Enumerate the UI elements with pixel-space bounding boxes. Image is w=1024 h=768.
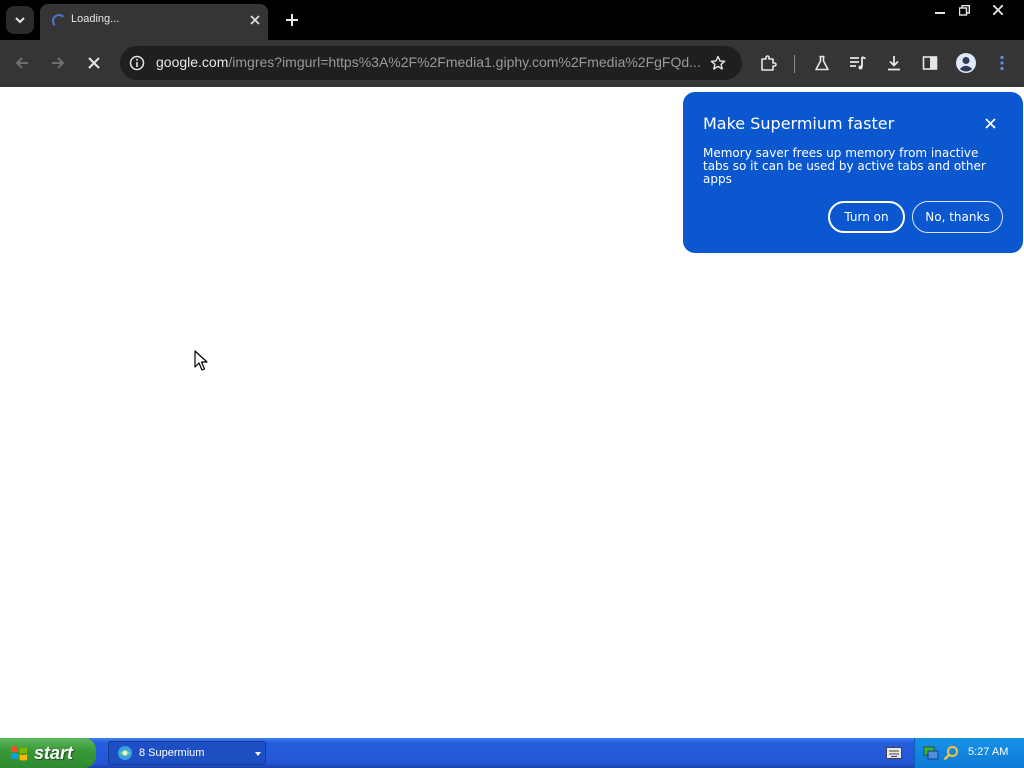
media-control-icon <box>850 56 866 70</box>
bubble-close-button[interactable] <box>981 114 999 132</box>
keyboard-icon[interactable] <box>886 747 902 759</box>
stop-button[interactable] <box>81 50 107 76</box>
taskbar: start 8 Supermium 5:27 AM <box>0 738 1024 768</box>
media-control-button[interactable] <box>845 50 871 76</box>
bubble-body: Memory saver frees up memory from inacti… <box>703 147 986 186</box>
bookmark-button[interactable] <box>708 53 728 73</box>
windows-logo-icon <box>11 746 27 761</box>
star-icon <box>710 55 726 70</box>
back-button[interactable] <box>9 50 35 76</box>
restore-icon <box>958 4 970 16</box>
back-icon <box>15 57 28 69</box>
search-icon[interactable] <box>943 745 959 761</box>
site-info-button[interactable] <box>128 54 146 72</box>
start-button[interactable]: start <box>0 738 96 768</box>
no-thanks-button[interactable]: No, thanks <box>912 201 1003 233</box>
mouse-cursor-icon <box>194 350 208 371</box>
toolbar-divider <box>794 55 795 73</box>
tab-title: Loading... <box>71 13 120 25</box>
close-icon <box>250 15 260 25</box>
tab-close-button[interactable] <box>247 12 263 28</box>
profile-button[interactable] <box>953 50 979 76</box>
download-icon <box>888 56 900 71</box>
url-path: /imgres?imgurl=https%3A%2F%2Fmedia1.giph… <box>228 54 701 70</box>
side-panel-icon <box>922 56 938 70</box>
start-label: start <box>34 742 74 763</box>
supermium-icon <box>118 746 132 760</box>
menu-icon <box>1000 55 1004 71</box>
chevron-down-icon <box>255 752 261 756</box>
labs-button[interactable] <box>809 50 835 76</box>
url-host: google.com <box>156 54 229 70</box>
profile-icon <box>956 53 976 73</box>
labs-icon <box>815 55 829 71</box>
bubble-title: Make Supermium faster <box>703 114 895 133</box>
forward-icon <box>52 57 65 69</box>
plus-icon <box>286 14 298 26</box>
extensions-icon <box>761 55 777 71</box>
close-icon <box>993 5 1003 15</box>
site-info-icon <box>129 55 145 71</box>
turn-on-button[interactable]: Turn on <box>828 201 905 233</box>
tab-strip: Loading... <box>0 0 1024 40</box>
menu-button[interactable] <box>989 50 1015 76</box>
memory-saver-bubble: Make Supermium faster Memory saver frees… <box>683 92 1023 253</box>
loading-spinner-icon <box>52 14 66 28</box>
close-icon <box>984 117 996 129</box>
url-text[interactable]: google.com/imgres?imgurl=https%3A%2F%2Fm… <box>156 54 701 70</box>
browser-toolbar: google.com/imgres?imgurl=https%3A%2F%2Fm… <box>0 40 1024 87</box>
address-bar[interactable]: google.com/imgres?imgurl=https%3A%2F%2Fm… <box>120 46 742 80</box>
clock: 5:27 AM <box>968 746 1009 758</box>
new-tab-button[interactable] <box>282 10 302 30</box>
downloads-button[interactable] <box>881 50 907 76</box>
chevron-down-icon <box>15 17 25 24</box>
restore-button[interactable] <box>950 0 978 20</box>
minimize-icon <box>935 12 945 14</box>
window-close-button[interactable] <box>984 0 1012 20</box>
system-tray: 5:27 AM <box>914 738 1024 768</box>
stop-icon <box>88 57 100 69</box>
active-tab[interactable]: Loading... <box>40 4 268 40</box>
side-panel-button[interactable] <box>917 50 943 76</box>
network-icon[interactable] <box>923 745 939 761</box>
taskbar-item-supermium[interactable]: 8 Supermium <box>108 741 266 765</box>
taskbar-item-label: 8 Supermium <box>139 747 205 759</box>
tab-search-button[interactable] <box>6 6 34 34</box>
extensions-button[interactable] <box>755 50 781 76</box>
forward-button[interactable] <box>45 50 71 76</box>
